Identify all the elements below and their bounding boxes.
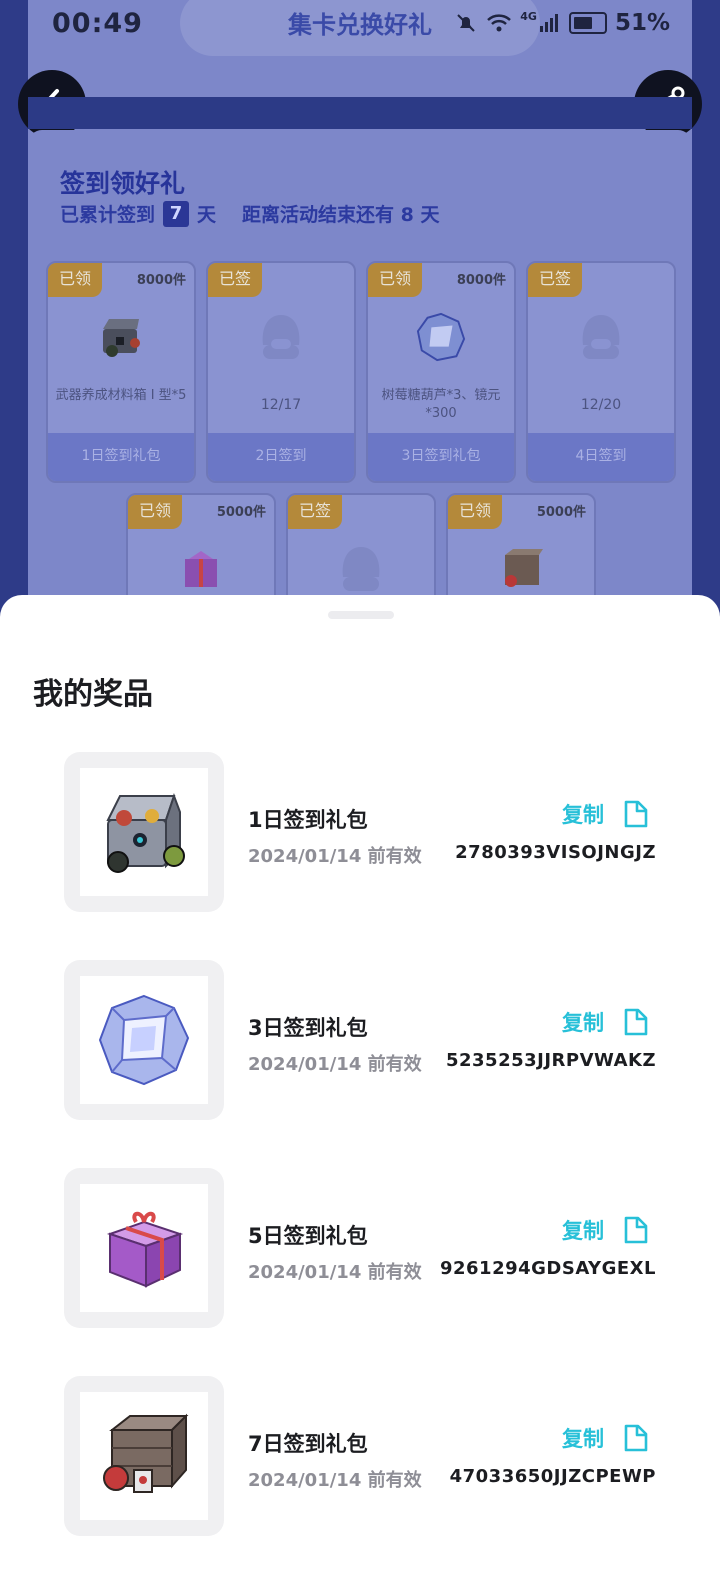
copy-icon	[624, 800, 648, 828]
tile-desc: 武器养成材料箱 I 型*5	[55, 388, 187, 403]
tile-footer: 4日签到	[528, 433, 674, 481]
prize-item: 3日签到礼包 2024/01/14 前有效 复制 5235253JJRPVWAK…	[0, 960, 720, 1120]
status-bar: 00:49 4G 51%	[0, 0, 720, 50]
material-chest-icon	[96, 307, 146, 367]
tile-date: 12/20	[580, 397, 622, 413]
tile-desc: 树莓糖葫芦*3、镜元*300	[381, 388, 501, 421]
tile-tag: 已签	[288, 495, 342, 529]
copy-icon	[624, 1424, 648, 1452]
prize-expiry: 2024/01/14 前有效	[248, 1054, 422, 1075]
prize-thumbnail	[64, 1376, 224, 1536]
prize-code[interactable]: 47033650JJZCPEWP	[450, 1466, 656, 1487]
signin-tile-day3[interactable]: 已领 8000件 树莓糖葫芦*3、镜元*300 3日签到礼包	[366, 261, 516, 483]
prize-thumbnail	[64, 1168, 224, 1328]
status-time: 00:49	[52, 8, 143, 39]
copy-button[interactable]: 复制	[562, 1214, 650, 1246]
prize-expiry: 2024/01/14 前有效	[248, 846, 422, 867]
crystal-icon	[98, 994, 190, 1086]
gift-box-icon	[106, 1211, 184, 1288]
prize-expiry: 2024/01/14 前有效	[248, 1470, 422, 1491]
prize-expiry: 2024/01/14 前有效	[248, 1262, 422, 1283]
tile-tag: 已签	[528, 263, 582, 297]
prize-code[interactable]: 2780393VISOJNGJZ	[455, 842, 656, 863]
placeholder-mascot-icon	[576, 307, 626, 367]
signin-title: 签到领好礼	[60, 169, 186, 198]
prize-item: 7日签到礼包 2024/01/14 前有效 复制 47033650JJZCPEW…	[0, 1376, 720, 1536]
prizes-sheet: 我的奖品 1日签到礼包 2024/01/14 前有效 复制 2780393VIS…	[0, 595, 720, 1575]
supply-crate-icon	[496, 539, 546, 599]
placeholder-mascot-icon	[256, 307, 306, 367]
copy-button[interactable]: 复制	[562, 798, 650, 830]
copy-icon	[624, 1008, 648, 1036]
remaining-text: 距离活动结束还有 8 天	[242, 204, 440, 226]
sheet-title: 我的奖品	[33, 677, 153, 712]
copy-label: 复制	[562, 803, 604, 827]
prize-code[interactable]: 9261294GDSAYGEXL	[440, 1258, 656, 1279]
signin-tile-day1[interactable]: 已领 8000件 武器养成材料箱 I 型*5 1日签到礼包	[46, 261, 196, 483]
material-chest-icon	[106, 793, 185, 873]
copy-button[interactable]: 复制	[562, 1422, 650, 1454]
placeholder-mascot-icon	[336, 539, 386, 599]
signin-tile-day4[interactable]: 已签 12/20 4日签到	[526, 261, 676, 483]
tile-tag: 已领	[48, 263, 102, 297]
copy-icon	[624, 1216, 648, 1244]
tile-count: 8000件	[456, 273, 506, 288]
header-divider	[28, 97, 692, 129]
tile-count: 8000件	[136, 273, 186, 288]
prize-item: 1日签到礼包 2024/01/14 前有效 复制 2780393VISOJNGJ…	[0, 752, 720, 912]
prize-name: 1日签到礼包	[248, 808, 368, 832]
prize-name: 5日签到礼包	[248, 1224, 368, 1248]
signin-tile-day2[interactable]: 已签 12/17 2日签到	[206, 261, 356, 483]
prize-thumbnail	[64, 960, 224, 1120]
prize-item: 5日签到礼包 2024/01/14 前有效 复制 9261294GDSAYGEX…	[0, 1168, 720, 1328]
copy-label: 复制	[562, 1011, 604, 1035]
tile-footer: 1日签到礼包	[48, 433, 194, 481]
tile-footer: 3日签到礼包	[368, 433, 514, 481]
status-icons: 4G 51%	[454, 10, 670, 36]
signin-progress: 已累计签到 7 天 距离活动结束还有 8 天	[60, 200, 439, 227]
signal-label: 4G	[520, 10, 537, 23]
tile-tag: 已领	[448, 495, 502, 529]
battery-percent: 51%	[614, 10, 670, 36]
days-suffix: 天	[197, 204, 217, 226]
copy-label: 复制	[562, 1427, 604, 1451]
copy-button[interactable]: 复制	[562, 1006, 650, 1038]
crystal-icon	[416, 307, 466, 367]
tile-count: 5000件	[216, 505, 266, 520]
tile-date: 12/17	[260, 397, 302, 413]
battery-icon	[568, 12, 607, 34]
sheet-drag-handle[interactable]	[328, 611, 394, 619]
tile-tag: 已领	[368, 263, 422, 297]
tile-count: 5000件	[536, 505, 586, 520]
supply-crate-icon	[103, 1413, 189, 1493]
prize-name: 3日签到礼包	[248, 1016, 368, 1040]
cell-signal-icon	[539, 14, 558, 32]
wifi-icon	[487, 14, 512, 32]
days-prefix: 已累计签到	[60, 204, 156, 226]
mute-bell-icon	[457, 14, 475, 32]
prize-thumbnail	[64, 752, 224, 912]
tile-tag: 已签	[208, 263, 262, 297]
prize-code[interactable]: 5235253JJRPVWAKZ	[446, 1050, 656, 1071]
tile-tag: 已领	[128, 495, 182, 529]
gift-box-icon	[176, 539, 226, 599]
copy-label: 复制	[562, 1219, 604, 1243]
prize-name: 7日签到礼包	[248, 1432, 368, 1456]
tile-footer: 2日签到	[208, 433, 354, 481]
days-count: 7	[163, 200, 190, 227]
